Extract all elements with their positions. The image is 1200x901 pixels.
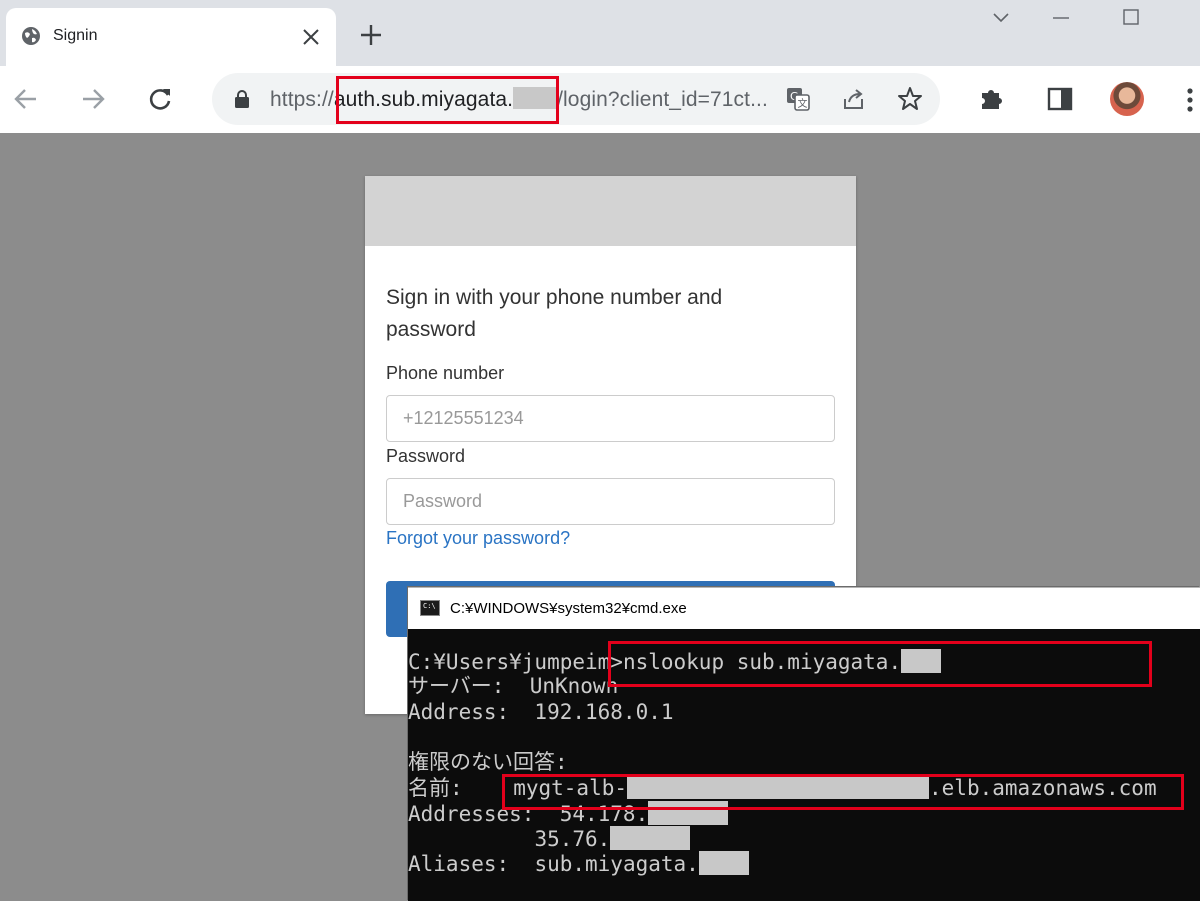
cmd-address-2: 35.76.	[534, 827, 611, 852]
cmd-line-non-authoritative: 権限のない回答:	[408, 750, 568, 775]
minimize-icon[interactable]	[1050, 6, 1072, 28]
back-arrow-icon[interactable]	[12, 85, 40, 113]
address-bar[interactable]: https://auth.sub.miyagata./login?client_…	[212, 73, 940, 125]
extensions-puzzle-icon[interactable]	[978, 85, 1006, 113]
redaction-block	[698, 851, 749, 876]
cmd-aliases-value: sub.miyagata.	[534, 852, 699, 877]
share-icon[interactable]	[840, 85, 868, 113]
translate-icon[interactable]: G 文	[784, 85, 812, 113]
url-highlight-box	[336, 76, 559, 124]
phone-number-input[interactable]	[386, 395, 835, 442]
new-tab-icon[interactable]	[358, 22, 384, 48]
forward-arrow-icon[interactable]	[79, 85, 107, 113]
cmd-line-address-2: 35.76.	[408, 826, 1200, 851]
forgot-password-link[interactable]: Forgot your password?	[386, 528, 570, 549]
cmd-app-icon	[420, 600, 440, 616]
phone-number-label: Phone number	[386, 363, 505, 383]
cmd-window: C:¥WINDOWS¥system32¥cmd.exe C:¥Users¥jum…	[408, 587, 1200, 901]
cmd-address-indent	[408, 827, 534, 851]
globe-icon	[22, 27, 40, 45]
close-icon[interactable]	[300, 26, 322, 48]
maximize-icon[interactable]	[1120, 6, 1142, 28]
reload-icon[interactable]	[146, 85, 174, 113]
profile-avatar[interactable]	[1110, 82, 1144, 116]
more-menu-icon[interactable]	[1186, 86, 1194, 114]
password-label: Password	[386, 446, 466, 466]
signin-heading: Sign in with your phone number and passw…	[386, 286, 723, 341]
browser-toolbar: https://auth.sub.miyagata./login?client_…	[0, 66, 1200, 133]
url-path: /login?client_id=71ct...	[557, 88, 768, 111]
cmd-name-label: 名前:	[408, 776, 514, 801]
url-scheme: https://	[270, 88, 334, 111]
tab-strip: Signin	[0, 0, 1200, 66]
svg-text:文: 文	[798, 97, 808, 110]
card-header-banner	[365, 176, 856, 246]
cmd-prompt: C:¥Users¥jumpeim>	[408, 650, 623, 674]
cmd-window-title: C:¥WINDOWS¥system32¥cmd.exe	[450, 600, 687, 617]
cmd-aliases-label: Aliases:	[408, 852, 535, 877]
command-highlight-box	[608, 641, 1152, 687]
cmd-line-blank	[408, 725, 1200, 750]
cmd-line-aliases: Aliases: sub.miyagata.	[408, 851, 1200, 876]
redaction-block	[610, 826, 691, 851]
cname-highlight-box	[502, 774, 1184, 810]
password-input[interactable]	[386, 478, 835, 525]
tab-title: Signin	[53, 27, 98, 44]
lock-icon[interactable]	[234, 90, 250, 108]
browser-tab[interactable]: Signin	[6, 8, 336, 66]
side-panel-icon[interactable]	[1046, 85, 1074, 113]
star-icon[interactable]	[896, 85, 924, 113]
cmd-titlebar[interactable]: C:¥WINDOWS¥system32¥cmd.exe	[408, 587, 1200, 629]
cmd-line-address: Address: 192.168.0.1	[408, 699, 674, 724]
chevron-down-icon[interactable]	[990, 6, 1012, 28]
